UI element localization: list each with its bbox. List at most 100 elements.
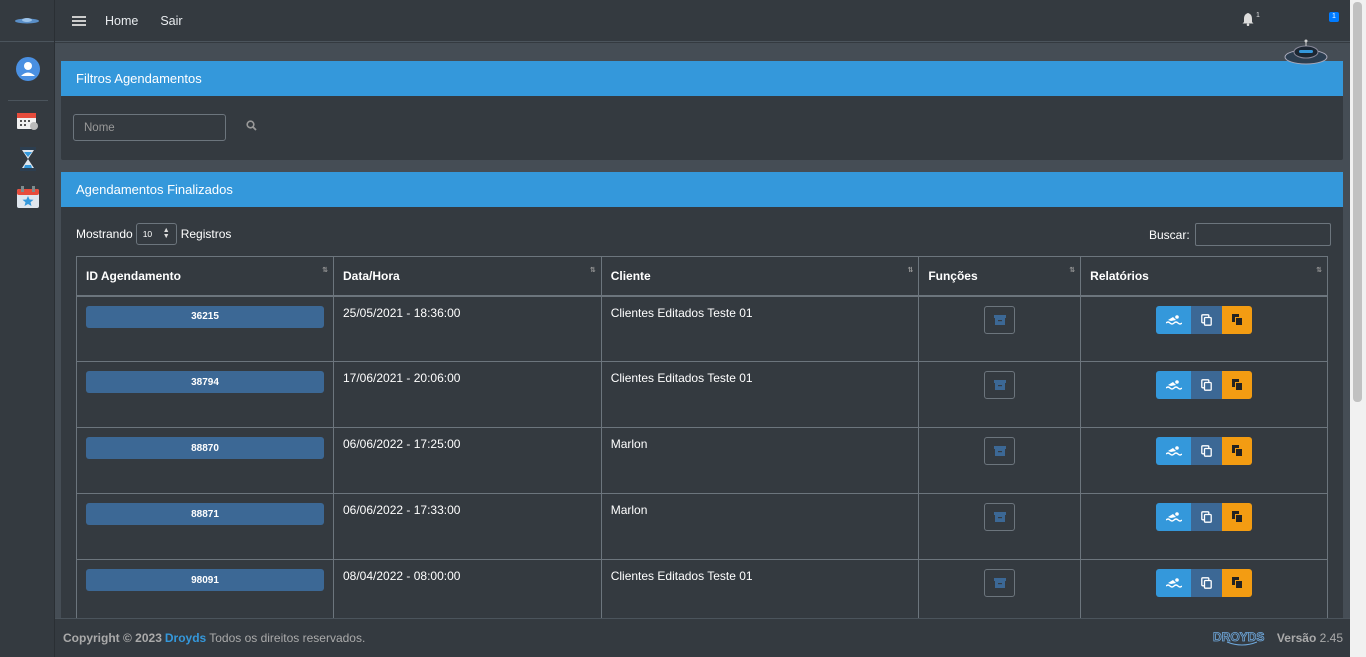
- cell-client: Marlon: [600, 427, 920, 494]
- report-buttons: [1090, 503, 1318, 531]
- report-swim-button[interactable]: [1156, 569, 1192, 597]
- archive-icon: [993, 446, 1006, 456]
- col-header-id[interactable]: ID Agendamento ⇅: [76, 256, 334, 297]
- sort-icon: ⇅: [1069, 267, 1075, 274]
- appointment-id-button[interactable]: 98091: [86, 569, 324, 591]
- cell-reports: [1080, 559, 1328, 618]
- copy-icon: [1201, 313, 1212, 326]
- archive-button[interactable]: [984, 437, 1016, 465]
- report-copy-alt-button[interactable]: [1222, 305, 1253, 334]
- nav-home-link[interactable]: Home: [105, 14, 138, 28]
- sort-icon: ⇅: [907, 267, 913, 274]
- cell-id: 38794: [76, 361, 334, 428]
- swimmer-icon: [1165, 446, 1182, 456]
- cell-datetime: 06/06/2022 - 17:33:00: [333, 493, 602, 560]
- report-copy-alt-button[interactable]: [1222, 437, 1253, 465]
- report-copy-button[interactable]: [1191, 305, 1223, 334]
- report-copy-button[interactable]: [1191, 569, 1223, 597]
- appointment-id-button[interactable]: 88870: [86, 437, 324, 459]
- table-row: 88871 06/06/2022 - 17:33:00 Marlon: [76, 493, 1328, 560]
- appointments-card: Agendamentos Finalizados Mostrando 10 ▲ ▼…: [61, 172, 1343, 618]
- cell-functions: [918, 427, 1082, 494]
- sidebar-item-favorites[interactable]: [0, 185, 55, 209]
- sidebar-item-hourglass[interactable]: [0, 147, 55, 171]
- version-text: Versão 2.45: [1276, 631, 1343, 645]
- report-buttons: [1090, 371, 1318, 399]
- appointment-id-button[interactable]: 88871: [86, 503, 324, 525]
- sidebar: [0, 0, 55, 657]
- report-swim-button[interactable]: [1156, 305, 1192, 334]
- report-swim-button[interactable]: [1156, 503, 1192, 531]
- menu-icon[interactable]: [72, 14, 86, 28]
- cell-client: Clientes Editados Teste 01: [600, 559, 920, 618]
- archive-button[interactable]: [984, 371, 1016, 399]
- user-badge[interactable]: 1: [1329, 12, 1339, 22]
- archive-icon: [993, 578, 1006, 588]
- robot-mascot-icon[interactable]: [1283, 38, 1329, 68]
- archive-button[interactable]: [984, 503, 1016, 531]
- table-search-input[interactable]: [1194, 223, 1331, 246]
- report-copy-button[interactable]: [1191, 371, 1223, 399]
- cell-id: 88870: [76, 427, 334, 494]
- copy-alt-icon: [1231, 577, 1243, 589]
- table-row: 98091 08/04/2022 - 08:00:00 Clientes Edi…: [76, 559, 1328, 618]
- page-scrollbar[interactable]: [1350, 0, 1366, 657]
- copy-alt-icon: [1231, 511, 1243, 523]
- archive-icon: [993, 380, 1006, 390]
- archive-button[interactable]: [984, 305, 1016, 334]
- appointment-id-button[interactable]: 36215: [86, 305, 324, 328]
- copy-icon: [1201, 577, 1212, 589]
- copy-alt-icon: [1231, 445, 1243, 457]
- cell-reports: [1080, 361, 1328, 428]
- appointments-table: ID Agendamento ⇅ Data/Hora ⇅ Cliente ⇅ Funç…: [76, 256, 1328, 618]
- col-header-reports[interactable]: Relatórios ⇅: [1080, 256, 1328, 297]
- rights-text: Todos os direitos reservados.: [209, 631, 366, 645]
- filter-card: Filtros Agendamentos: [61, 61, 1343, 160]
- records-label: Registros: [180, 227, 232, 241]
- appointment-id-button[interactable]: 38794: [86, 371, 324, 393]
- report-swim-button[interactable]: [1156, 437, 1192, 465]
- cell-datetime: 08/04/2022 - 08:00:00: [333, 559, 602, 618]
- footer: Copyright © 2023 Droyds Todos os direito…: [55, 618, 1350, 657]
- sidebar-item-profile[interactable]: [0, 57, 55, 81]
- sidebar-item-calendar[interactable]: [0, 111, 55, 131]
- swimmer-icon: [1165, 314, 1182, 325]
- bell-icon[interactable]: [1242, 13, 1254, 26]
- copy-icon: [1201, 511, 1212, 523]
- sidebar-brand[interactable]: [0, 0, 54, 42]
- nav-logout-link[interactable]: Sair: [160, 14, 182, 28]
- cell-client: Marlon: [600, 493, 920, 560]
- scrollbar-thumb[interactable]: [1353, 2, 1362, 402]
- search-icon[interactable]: [246, 120, 257, 131]
- name-filter-input[interactable]: [73, 114, 226, 141]
- cell-datetime: 17/06/2021 - 20:06:00: [333, 361, 602, 428]
- report-swim-button[interactable]: [1156, 371, 1192, 399]
- report-copy-button[interactable]: [1191, 503, 1223, 531]
- page-length-select[interactable]: 10 ▲ ▼: [135, 223, 177, 245]
- select-arrows-icon: ▲ ▼: [162, 227, 170, 240]
- brand-link[interactable]: Droyds: [165, 631, 206, 645]
- report-copy-alt-button[interactable]: [1222, 371, 1253, 399]
- copyright-text: Copyright © 2023: [63, 631, 162, 645]
- copy-alt-icon: [1231, 379, 1243, 391]
- report-buttons: [1090, 437, 1318, 465]
- swimmer-icon: [1165, 380, 1182, 390]
- archive-button[interactable]: [984, 569, 1016, 597]
- col-header-client[interactable]: Cliente ⇅: [600, 256, 920, 297]
- col-header-datetime[interactable]: Data/Hora ⇅: [333, 256, 602, 297]
- table-search: Buscar:: [1149, 223, 1331, 246]
- copy-icon: [1201, 445, 1212, 457]
- cell-functions: [918, 559, 1082, 618]
- cell-reports: [1080, 295, 1328, 362]
- report-buttons: [1090, 569, 1318, 597]
- report-copy-button[interactable]: [1191, 437, 1223, 465]
- report-buttons: [1090, 305, 1318, 334]
- table-row: 38794 17/06/2021 - 20:06:00 Clientes Edi…: [76, 361, 1328, 428]
- report-copy-alt-button[interactable]: [1222, 503, 1253, 531]
- report-copy-alt-button[interactable]: [1222, 569, 1253, 597]
- hourglass-icon: [19, 147, 36, 171]
- cell-functions: [918, 361, 1082, 428]
- cell-reports: [1080, 493, 1328, 560]
- sort-icon: ⇅: [589, 267, 596, 274]
- col-header-functions[interactable]: Funções ⇅: [918, 256, 1082, 297]
